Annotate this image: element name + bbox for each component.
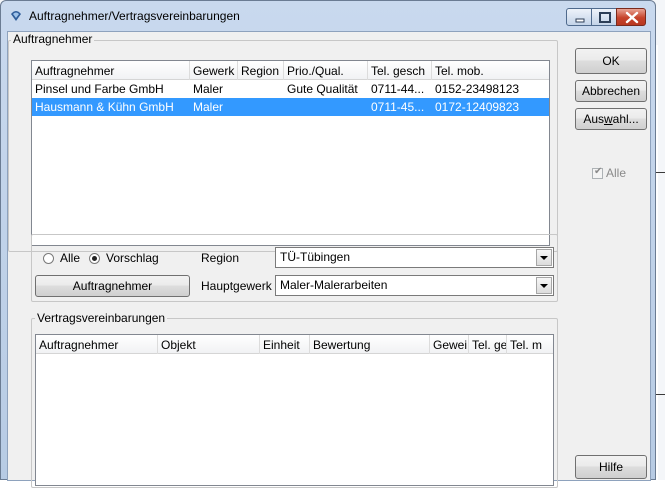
dialog-client-area: Auftragnehmer Auftragnehmer Gewerk Regio…: [7, 31, 651, 488]
minimize-button[interactable]: [566, 8, 592, 26]
region-combobox[interactable]: TÜ-Tübingen: [275, 247, 554, 268]
column-header[interactable]: Gewerk: [190, 61, 238, 80]
agreements-group-title: Vertragsvereinbarungen: [35, 311, 168, 325]
contractors-list[interactable]: Auftragnehmer Gewerk Region Prio./Qual. …: [31, 60, 550, 246]
main-trade-combobox[interactable]: Maler-Malerarbeiten: [275, 275, 554, 296]
cell-phone-mobile: 0172-12409823: [435, 100, 520, 114]
cell-trade: Maler: [193, 82, 224, 96]
chevron-down-icon: [540, 283, 548, 288]
app-icon: [9, 9, 23, 23]
column-header[interactable]: Tel. m: [507, 335, 553, 354]
radio-button-selected: [89, 253, 100, 264]
select-button[interactable]: Aus w ahl...: [575, 108, 647, 130]
list-header: Auftragnehmer Objekt Einheit Bewertung G…: [36, 335, 553, 354]
cell-priority: Gute Qualität: [287, 82, 358, 96]
main-trade-label: Hauptgewerk: [201, 279, 272, 293]
contractors-group-title: Auftragnehmer: [11, 32, 95, 46]
select-label-suffix: ahl...: [612, 112, 639, 126]
radio-button: [43, 253, 54, 264]
cell-priority: [284, 98, 368, 116]
column-header[interactable]: Region: [238, 61, 284, 80]
close-icon: [625, 11, 639, 24]
checkmark-icon: ✔: [594, 166, 603, 177]
table-row-selected[interactable]: Hausmann & Kühn GmbH Maler 0711-45... 01…: [32, 98, 549, 116]
column-header[interactable]: Auftragnehmer: [32, 61, 190, 80]
cell-phone-business: 0711-45...: [371, 100, 425, 114]
all-checkbox[interactable]: ✔: [592, 166, 603, 179]
cancel-button[interactable]: Abbrechen: [575, 80, 647, 102]
ok-button[interactable]: OK: [575, 48, 647, 74]
contractor-button[interactable]: Auftragnehmer: [35, 275, 190, 297]
cell-region: [238, 98, 284, 116]
column-header[interactable]: Einheit: [260, 335, 310, 354]
region-dropdown-button[interactable]: [536, 249, 552, 266]
column-header[interactable]: Tel. ge: [469, 335, 507, 354]
help-button[interactable]: Hilfe: [575, 455, 647, 479]
cell-phone-business: 0711-44...: [371, 82, 425, 96]
table-row[interactable]: Pinsel und Farbe GmbH Maler Gute Qualitä…: [32, 80, 549, 98]
column-header[interactable]: Gewei: [430, 335, 469, 354]
maximize-icon: [599, 12, 611, 23]
cell-contractor: Hausmann & Kühn GmbH: [35, 100, 174, 114]
cell-contractor: Pinsel und Farbe GmbH: [35, 82, 164, 96]
minimize-icon: [575, 18, 585, 23]
all-checkbox-label: Alle: [606, 166, 627, 180]
radio-suggestion-label: Vorschlag: [106, 251, 159, 265]
desktop-divider: [656, 172, 665, 173]
column-header[interactable]: Auftragnehmer: [36, 335, 158, 354]
close-button[interactable]: [616, 8, 646, 26]
cell-phone-mobile: 0152-23498123: [435, 82, 520, 96]
dialog-window: Auftragnehmer/Vertragsvereinbarungen Auf…: [0, 0, 656, 488]
main-trade-dropdown-button[interactable]: [536, 277, 552, 294]
agreements-list[interactable]: Auftragnehmer Objekt Einheit Bewertung G…: [35, 334, 554, 486]
column-header[interactable]: Objekt: [158, 335, 260, 354]
select-label-prefix: Aus: [583, 112, 604, 126]
title-bar[interactable]: Auftragnehmer/Vertragsvereinbarungen: [7, 6, 647, 28]
region-value: TÜ-Tübingen: [280, 250, 351, 264]
desktop-edge: [656, 45, 658, 480]
column-header[interactable]: Prio./Qual.: [284, 61, 368, 80]
main-trade-value: Maler-Malerarbeiten: [280, 278, 388, 292]
list-header: Auftragnehmer Gewerk Region Prio./Qual. …: [32, 61, 549, 80]
desktop-divider: [656, 394, 665, 395]
window-title: Auftragnehmer/Vertragsvereinbarungen: [29, 9, 240, 23]
maximize-button[interactable]: [591, 8, 617, 26]
region-label: Region: [201, 251, 240, 265]
column-header[interactable]: Bewertung: [310, 335, 430, 354]
column-header[interactable]: Tel. mob.: [432, 61, 549, 80]
radio-dot: [92, 256, 97, 261]
radio-suggestion[interactable]: Vorschlag: [89, 251, 179, 267]
cell-trade: Maler: [193, 100, 224, 114]
chevron-down-icon: [540, 255, 548, 260]
cell-region: [238, 80, 284, 98]
column-header[interactable]: Tel. gesch: [368, 61, 432, 80]
select-label-accelerator: w: [604, 112, 613, 126]
radio-all-label: Alle: [60, 251, 81, 265]
